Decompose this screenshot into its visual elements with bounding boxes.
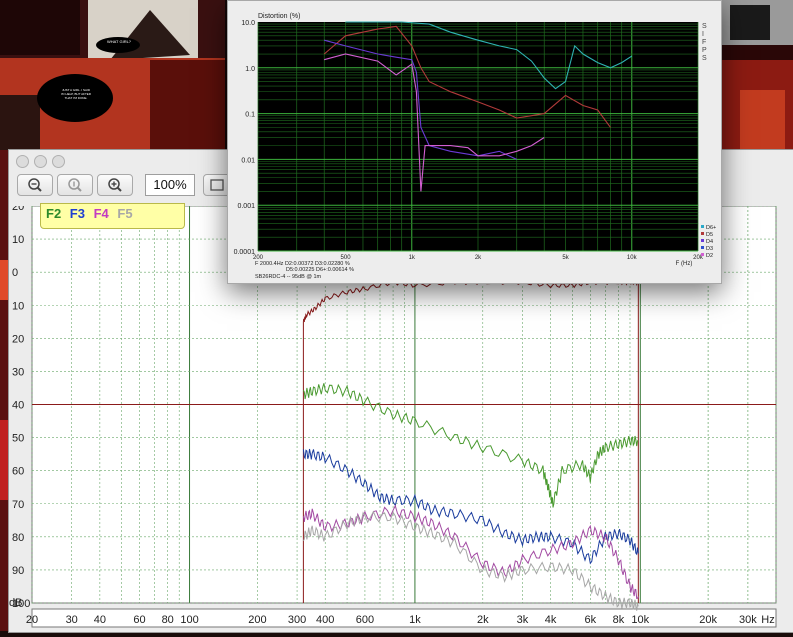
y-tick-label: 20: [12, 333, 24, 345]
dist-info-line-3: SB26RDC-4 -- 95dB @ 1m: [255, 274, 322, 280]
function-key-f5[interactable]: F5: [117, 206, 132, 221]
zoom-out-button[interactable]: [17, 174, 53, 196]
zoom-window-button[interactable]: [52, 155, 65, 168]
dist-side-label: F: [702, 39, 706, 46]
dist-side-label: I: [702, 31, 704, 38]
dist-y-tick-label: 0.001: [237, 203, 255, 210]
y-tick-label: 30: [12, 366, 24, 378]
dist-y-tick-label: 0.0001: [234, 249, 256, 256]
x-tick-label: 8k: [613, 614, 625, 626]
x-tick-label: 100: [180, 614, 198, 626]
x-tick-label: 300: [288, 614, 306, 626]
x-tick-label: 600: [356, 614, 374, 626]
function-key-f2[interactable]: F2: [46, 206, 61, 221]
function-key-legend: F2 F3 F4 F5: [40, 203, 185, 229]
dist-x-tick-label: 1k: [409, 255, 416, 261]
legend-label-D4: D4: [706, 239, 713, 245]
y-tick-label: 80: [12, 532, 24, 544]
dist-x-axis-unit: F (Hz): [676, 261, 693, 267]
comic-bubble-2: JUST A GIRL. I SAID I'D HELP, BUT AFTER …: [61, 88, 91, 100]
window-icon: [210, 179, 224, 191]
x-tick-label: 40: [94, 614, 106, 626]
y-tick-label: 10: [12, 234, 24, 246]
legend-swatch-D6+: [701, 225, 704, 228]
dist-side-label: S: [702, 23, 707, 30]
magnifier-one-icon: [68, 178, 82, 192]
dist-y-tick-label: 1.0: [245, 66, 255, 73]
y-tick-label: 10: [12, 300, 24, 312]
dist-y-tick-label: 10.0: [241, 20, 255, 27]
dist-y-tick-label: 0.01: [241, 157, 255, 164]
legend-label-D6+: D6+: [706, 225, 716, 231]
x-tick-label: 60: [133, 614, 145, 626]
comic-bubble-1: WHAT GIRL?: [106, 39, 132, 44]
x-tick-label: 30k: [739, 614, 757, 626]
x-axis-unit-label: Hz: [761, 614, 774, 626]
y-tick-label: 90: [12, 565, 24, 577]
legend-label-D3: D3: [706, 246, 713, 252]
magnifier-minus-icon: [28, 178, 42, 192]
dist-info-line-2: D5:0.00225 D6+:0.00614 %: [286, 267, 354, 273]
y-tick-label: 40: [12, 400, 24, 412]
x-tick-label: 30: [66, 614, 78, 626]
function-key-f3[interactable]: F3: [70, 206, 85, 221]
magnifier-plus-icon: [108, 178, 122, 192]
x-tick-label: 4k: [545, 614, 557, 626]
x-tick-label: 10k: [631, 614, 649, 626]
x-tick-label: 2k: [477, 614, 489, 626]
x-tick-label: 20: [26, 614, 38, 626]
zoom-percent-field[interactable]: 100%: [145, 174, 195, 196]
y-tick-label: 70: [12, 499, 24, 511]
legend-swatch-D5: [701, 232, 704, 235]
y-tick-label: 50: [12, 433, 24, 445]
distortion-chart[interactable]: Distortion (%)10.0 1.0 0.1 0.01 0.001 0.0001 2…: [228, 1, 721, 283]
dist-x-tick-label: 5k: [562, 255, 569, 261]
zoom-reset-button[interactable]: [57, 174, 93, 196]
y-tick-label: 60: [12, 466, 24, 478]
zoom-in-button[interactable]: [97, 174, 133, 196]
dist-x-tick-label: 10k: [627, 255, 638, 261]
dist-side-label: S: [702, 55, 707, 62]
dist-side-label: P: [702, 47, 707, 54]
x-tick-label: 20k: [699, 614, 717, 626]
dist-y-tick-label: 0.1: [245, 112, 255, 119]
legend-swatch-D2: [701, 253, 704, 256]
legend-label-D5: D5: [706, 232, 713, 238]
dist-x-tick-label: 2k: [475, 255, 482, 261]
legend-swatch-D3: [701, 246, 704, 249]
x-tick-label: 6k: [584, 614, 596, 626]
function-key-f4[interactable]: F4: [94, 206, 109, 221]
x-tick-label: 1k: [409, 614, 421, 626]
distortion-window: Distortion (%) 10.0 1.0 0.1 0.01 0.001 0.0001 2…: [227, 0, 722, 284]
y-axis-unit-label: dB: [9, 597, 22, 609]
legend-label-D2: D2: [706, 253, 713, 259]
x-tick-label: 3k: [517, 614, 529, 626]
legend-swatch-D4: [701, 239, 704, 242]
close-window-button[interactable]: [16, 155, 29, 168]
x-tick-label: 200: [248, 614, 266, 626]
x-tick-label: 80: [162, 614, 174, 626]
x-tick-label: 400: [316, 614, 334, 626]
y-tick-label: 20: [12, 206, 24, 213]
y-tick-label: 0: [12, 267, 18, 279]
minimize-window-button[interactable]: [34, 155, 47, 168]
distortion-axis-title: Distortion (%): [258, 13, 300, 20]
